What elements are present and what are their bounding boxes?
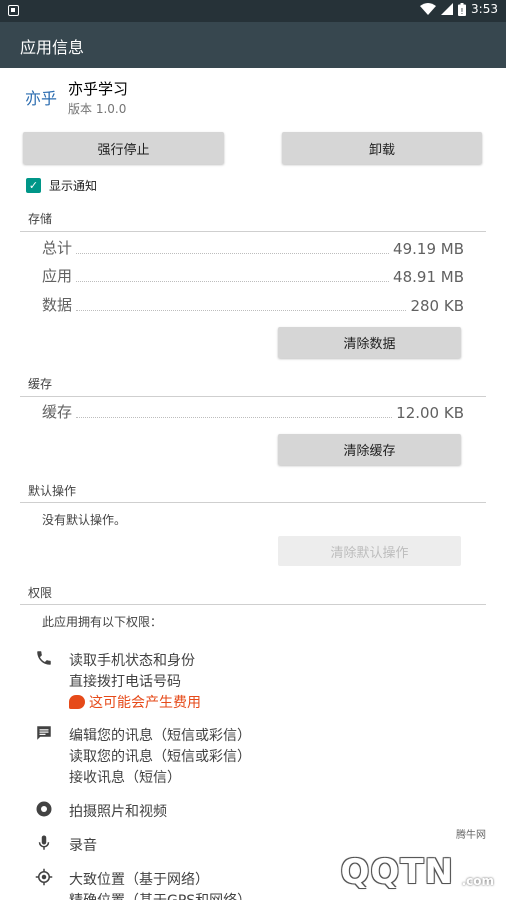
app-version: 版本 1.0.0 [68,102,127,116]
defaults-text: 没有默认操作。 [42,513,127,527]
permissions-divider [20,604,486,605]
app-icon: 亦乎 [24,89,57,108]
clock: 3:53 [471,2,498,16]
dotted-leader [76,281,390,282]
permission-item: 直接拨打电话号码 [69,674,181,690]
storage-row-app: 应用 48.91 MB [42,266,464,286]
show-notifications-checkbox[interactable]: ✓ [26,177,41,193]
watermark: 腾牛网 QQTN .com [288,824,498,894]
storage-label: 数据 [42,296,73,314]
phone-icon [34,648,54,668]
watermark-suffix: .com [461,874,494,888]
permission-warning: 这可能会产生费用 [69,692,201,712]
uninstall-button[interactable]: 卸载 [282,132,482,164]
storage-divider [20,231,486,232]
permissions-intro: 此应用拥有以下权限： [42,615,163,629]
signal-icon [441,3,454,15]
storage-value: 49.19 MB [393,240,464,258]
dotted-leader [76,310,407,311]
storage-label: 应用 [42,267,73,285]
dotted-leader [76,253,390,254]
force-stop-button[interactable]: 强行停止 [23,132,224,164]
defaults-header: 默认操作 [28,484,77,498]
notification-icon [8,5,19,16]
permission-item: 录音 [69,838,97,854]
cost-warning-icon [69,695,85,709]
permissions-header: 权限 [28,586,53,600]
permission-item: 读取手机状态和身份 [69,653,195,669]
dotted-leader [76,417,393,418]
camera-icon [34,799,54,819]
permission-item: 拍摄照片和视频 [69,804,167,820]
app-name: 亦乎学习 [68,80,128,98]
app-bar: 应用信息 [0,22,506,68]
clear-defaults-button: 清除默认操作 [278,536,461,566]
microphone-icon [34,833,54,853]
battery-icon: ! [458,2,467,16]
message-icon [34,723,54,743]
permission-item: 精确位置（基于GPS和网络） [69,890,251,900]
clear-cache-button[interactable]: 清除缓存 [278,434,461,465]
cache-row: 缓存 12.00 KB [42,402,464,422]
status-bar: ! 3:53 [0,0,506,22]
show-notifications-label: 显示通知 [49,178,98,193]
permission-warning-text: 这可能会产生费用 [89,695,201,711]
svg-text:!: ! [460,7,463,16]
storage-header: 存储 [28,212,53,226]
clear-data-button[interactable]: 清除数据 [278,327,461,358]
storage-value: 48.91 MB [393,268,464,286]
cache-value: 12.00 KB [396,404,464,422]
permission-item: 接收讯息（短信） [69,770,181,786]
watermark-small: 腾牛网 [456,830,486,841]
storage-row-total: 总计 49.19 MB [42,238,464,258]
system-icons: ! 3:53 [420,2,498,16]
cache-header: 缓存 [28,377,53,391]
show-notifications-row[interactable]: ✓ 显示通知 [26,176,97,194]
watermark-main: QQTN [340,852,454,892]
cache-divider [20,396,486,397]
storage-value: 280 KB [410,297,464,315]
wifi-icon [420,3,437,15]
page-title: 应用信息 [20,38,85,57]
storage-row-data: 数据 280 KB [42,295,464,315]
permission-item: 读取您的讯息（短信或彩信） [69,749,251,765]
location-icon [34,867,54,887]
defaults-divider [20,502,486,503]
permission-item: 编辑您的讯息（短信或彩信） [69,728,251,744]
storage-label: 总计 [42,239,73,257]
cache-label: 缓存 [42,403,73,421]
app-header: 亦乎 亦乎学习 版本 1.0.0 [0,68,506,126]
permission-item: 大致位置（基于网络） [69,872,209,888]
